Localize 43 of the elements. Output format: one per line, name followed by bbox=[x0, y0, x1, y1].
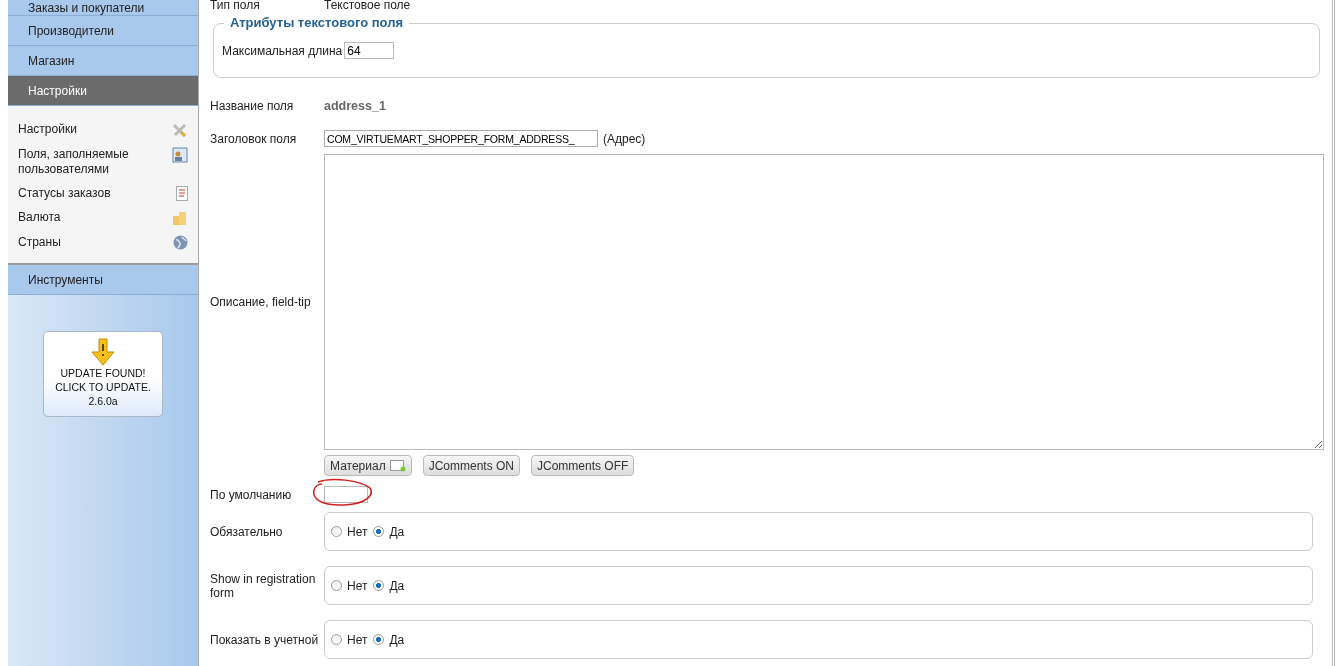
article-icon bbox=[389, 459, 406, 472]
editor-button[interactable]: Материал bbox=[324, 455, 412, 476]
field-label: Описание, field-tip bbox=[210, 295, 312, 309]
field-label: Заголовок поля bbox=[210, 131, 298, 146]
field-value: Текстовое поле bbox=[324, 0, 411, 12]
tools-icon bbox=[172, 122, 188, 138]
radio-option[interactable]: Да bbox=[373, 524, 405, 539]
menu-item[interactable]: Настройки bbox=[8, 76, 198, 106]
title-note: (Адрес) bbox=[603, 131, 646, 146]
field-label: Тип поля bbox=[210, 0, 261, 12]
default-value-input[interactable] bbox=[324, 486, 368, 503]
document-icon bbox=[176, 186, 188, 201]
field-label: По умолчанию bbox=[210, 487, 293, 502]
radio-option[interactable]: Нет bbox=[331, 524, 368, 539]
menu-item[interactable]: Производители bbox=[8, 16, 198, 46]
radio-option[interactable]: Нет bbox=[331, 632, 368, 647]
globe-icon bbox=[173, 235, 188, 250]
field-title-input[interactable]: COM_VIRTUEMART_SHOPPER_FORM_ADDRESS_ bbox=[324, 130, 598, 147]
field-label: Обязательно bbox=[210, 524, 284, 539]
radio-option[interactable]: Да bbox=[373, 632, 405, 647]
field-label: Показать в учетной bbox=[210, 632, 320, 647]
radio-option[interactable]: Да bbox=[373, 578, 405, 593]
submenu-item[interactable]: Страны bbox=[18, 235, 153, 250]
field-label: Название поля bbox=[210, 99, 295, 113]
update-button[interactable]: UPDATE FOUND! CLICK TO UPDATE. 2.6.0a bbox=[43, 331, 163, 417]
radio-option[interactable]: Нет bbox=[331, 578, 368, 593]
menu-item[interactable]: Магазин bbox=[8, 46, 198, 76]
editor-button[interactable]: JComments ON bbox=[422, 455, 520, 476]
menu-item[interactable]: Инструменты bbox=[8, 265, 198, 295]
submenu-item[interactable]: Статусы заказов bbox=[18, 186, 153, 201]
field-label: Максимальная длина bbox=[222, 43, 343, 58]
max-length-input[interactable]: 64 bbox=[344, 42, 395, 59]
field-name-value: address_1 bbox=[324, 99, 386, 113]
editor-button[interactable]: JComments OFF bbox=[531, 455, 635, 476]
users-icon bbox=[172, 147, 188, 163]
coins-icon bbox=[172, 210, 188, 226]
menu-item[interactable]: Заказы и покупатели bbox=[8, 0, 198, 16]
warning-arrow-icon bbox=[90, 338, 116, 366]
submenu-item[interactable]: Поля, заполняемые пользователями bbox=[18, 147, 153, 177]
submenu-item[interactable]: Настройки bbox=[18, 122, 153, 137]
submenu-item[interactable]: Валюта bbox=[18, 210, 153, 225]
field-label: Show in registration form bbox=[210, 571, 317, 600]
fieldset-legend: Атрибуты текстового поля bbox=[224, 15, 409, 30]
